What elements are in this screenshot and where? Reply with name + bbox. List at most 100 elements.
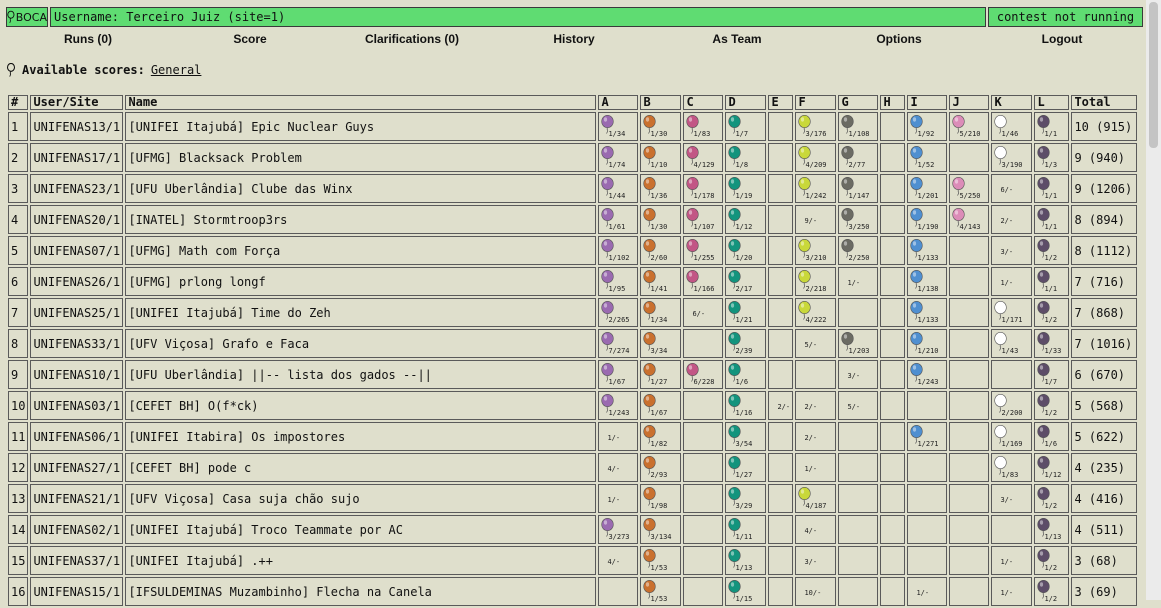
problem-cell-g — [838, 298, 879, 327]
problem-tries: 1/242 — [805, 192, 827, 200]
problem-tries: 1/133 — [917, 316, 939, 324]
problem-tries: 1/147 — [848, 192, 870, 200]
problem-tries: 7/274 — [608, 347, 630, 355]
problem-cell-l: 1/1 — [1034, 174, 1070, 203]
problem-cell-a: 4/- — [598, 546, 639, 575]
problem-cell-h — [880, 546, 906, 575]
team-name-cell: [CEFET BH] pode c — [125, 453, 597, 482]
menu-clarifications[interactable]: Clarifications (0) — [365, 32, 459, 46]
col-problem-l: L — [1034, 95, 1070, 110]
problem-tries: 3/- — [804, 558, 818, 566]
problem-tries: 1/13 — [1044, 533, 1062, 541]
table-row: 1 UNIFENAS13/1 [UNIFEI Itajubá] Epic Nucle… — [8, 112, 1138, 141]
problem-cell-f: 3/210 — [795, 236, 837, 265]
problem-tries: 1/53 — [650, 595, 668, 603]
problem-tries: 1/2 — [1044, 502, 1058, 510]
problem-tries: 1/138 — [917, 285, 939, 293]
problem-cell-l: 1/6 — [1034, 422, 1070, 451]
user-site-cell: UNIFENAS13/1 — [30, 112, 124, 141]
problem-tries: 10/- — [804, 589, 822, 597]
problem-tries: 2/39 — [735, 347, 753, 355]
problem-cell-d: 1/13 — [725, 546, 767, 575]
problem-cell-e — [768, 453, 794, 482]
problem-tries: 2/17 — [735, 285, 753, 293]
problem-tries: 3/54 — [735, 440, 753, 448]
problem-tries: 2/200 — [1001, 409, 1023, 417]
problem-tries: 1/67 — [608, 378, 626, 386]
problem-cell-b: 1/53 — [640, 577, 682, 606]
menu-history[interactable]: History — [553, 32, 594, 46]
problem-cell-i — [907, 453, 948, 482]
rank-cell: 11 — [8, 422, 29, 451]
problem-tries: 2/- — [804, 434, 818, 442]
col-problem-g: G — [838, 95, 879, 110]
problem-tries: 1/190 — [917, 223, 939, 231]
menu-runs[interactable]: Runs (0) — [64, 32, 112, 46]
problem-tries: 1/1 — [1044, 130, 1058, 138]
problem-cell-h — [880, 236, 906, 265]
problem-tries: 2/265 — [608, 316, 630, 324]
problem-tries: 1/19 — [735, 192, 753, 200]
boca-logo[interactable]: BOCA — [6, 7, 48, 27]
menu-score[interactable]: Score — [233, 32, 266, 46]
user-site-cell: UNIFENAS15/1 — [30, 577, 124, 606]
problem-cell-d: 1/12 — [725, 205, 767, 234]
total-cell: 8 (1112) — [1071, 236, 1138, 265]
score-table: # User/Site Name A B C D E F G H I J K L Total 1 UNIF… — [6, 93, 1139, 608]
problem-cell-d: 1/20 — [725, 236, 767, 265]
menu-as-team[interactable]: As Team — [712, 32, 761, 46]
problem-cell-c — [683, 422, 724, 451]
scrollbar-thumb[interactable] — [1149, 2, 1158, 148]
problem-tries: 1/1 — [1044, 223, 1058, 231]
problem-cell-c — [683, 577, 724, 606]
problem-cell-k — [991, 360, 1033, 389]
problem-tries: 1/- — [916, 589, 930, 597]
problem-cell-b: 1/41 — [640, 267, 682, 296]
problem-tries: 1/33 — [1044, 347, 1062, 355]
problem-cell-k: 6/- — [991, 174, 1033, 203]
total-cell: 9 (940) — [1071, 143, 1138, 172]
problem-cell-h — [880, 112, 906, 141]
rank-cell: 6 — [8, 267, 29, 296]
problem-tries: 1/2 — [1044, 316, 1058, 324]
problem-tries: 5/- — [804, 341, 818, 349]
problem-cell-i: 1/201 — [907, 174, 948, 203]
general-score-link[interactable]: General — [151, 63, 202, 77]
menu-options[interactable]: Options — [876, 32, 921, 46]
total-cell: 5 (622) — [1071, 422, 1138, 451]
problem-tries: 1/- — [847, 279, 861, 287]
table-row: 13 UNIFENAS21/1 [UFV Viçosa] Casa suja chã… — [8, 484, 1138, 513]
problem-cell-e — [768, 484, 794, 513]
user-site-cell: UNIFENAS27/1 — [30, 453, 124, 482]
problem-cell-c: 1/255 — [683, 236, 724, 265]
total-cell: 7 (1016) — [1071, 329, 1138, 358]
problem-cell-g: 1/- — [838, 267, 879, 296]
problem-tries: 1/27 — [650, 378, 668, 386]
problem-cell-l: 1/7 — [1034, 360, 1070, 389]
problem-cell-b: 2/60 — [640, 236, 682, 265]
problem-tries: 1/44 — [608, 192, 626, 200]
problem-cell-e — [768, 546, 794, 575]
problem-cell-l: 1/2 — [1034, 236, 1070, 265]
problem-tries: 1/108 — [848, 130, 870, 138]
problem-cell-b: 1/10 — [640, 143, 682, 172]
menu-logout[interactable]: Logout — [1042, 32, 1083, 46]
problem-cell-c — [683, 546, 724, 575]
vertical-scrollbar[interactable] — [1146, 0, 1161, 600]
problem-cell-g — [838, 546, 879, 575]
problem-cell-f: 2/- — [795, 422, 837, 451]
problem-cell-c — [683, 484, 724, 513]
main-menu: Runs (0) Score Clarifications (0) Histor… — [0, 32, 1161, 48]
problem-tries: 1/2 — [1044, 254, 1058, 262]
problem-cell-e — [768, 422, 794, 451]
rank-cell: 2 — [8, 143, 29, 172]
problem-tries: 4/143 — [959, 223, 981, 231]
problem-cell-a — [598, 577, 639, 606]
problem-cell-f: 3/176 — [795, 112, 837, 141]
problem-cell-d: 1/7 — [725, 112, 767, 141]
score-header-row: # User/Site Name A B C D E F G H I J K L Total — [8, 95, 1138, 110]
problem-cell-d: 1/21 — [725, 298, 767, 327]
problem-tries: 1/34 — [650, 316, 668, 324]
problem-tries: 1/- — [1000, 558, 1014, 566]
problem-cell-k — [991, 515, 1033, 544]
